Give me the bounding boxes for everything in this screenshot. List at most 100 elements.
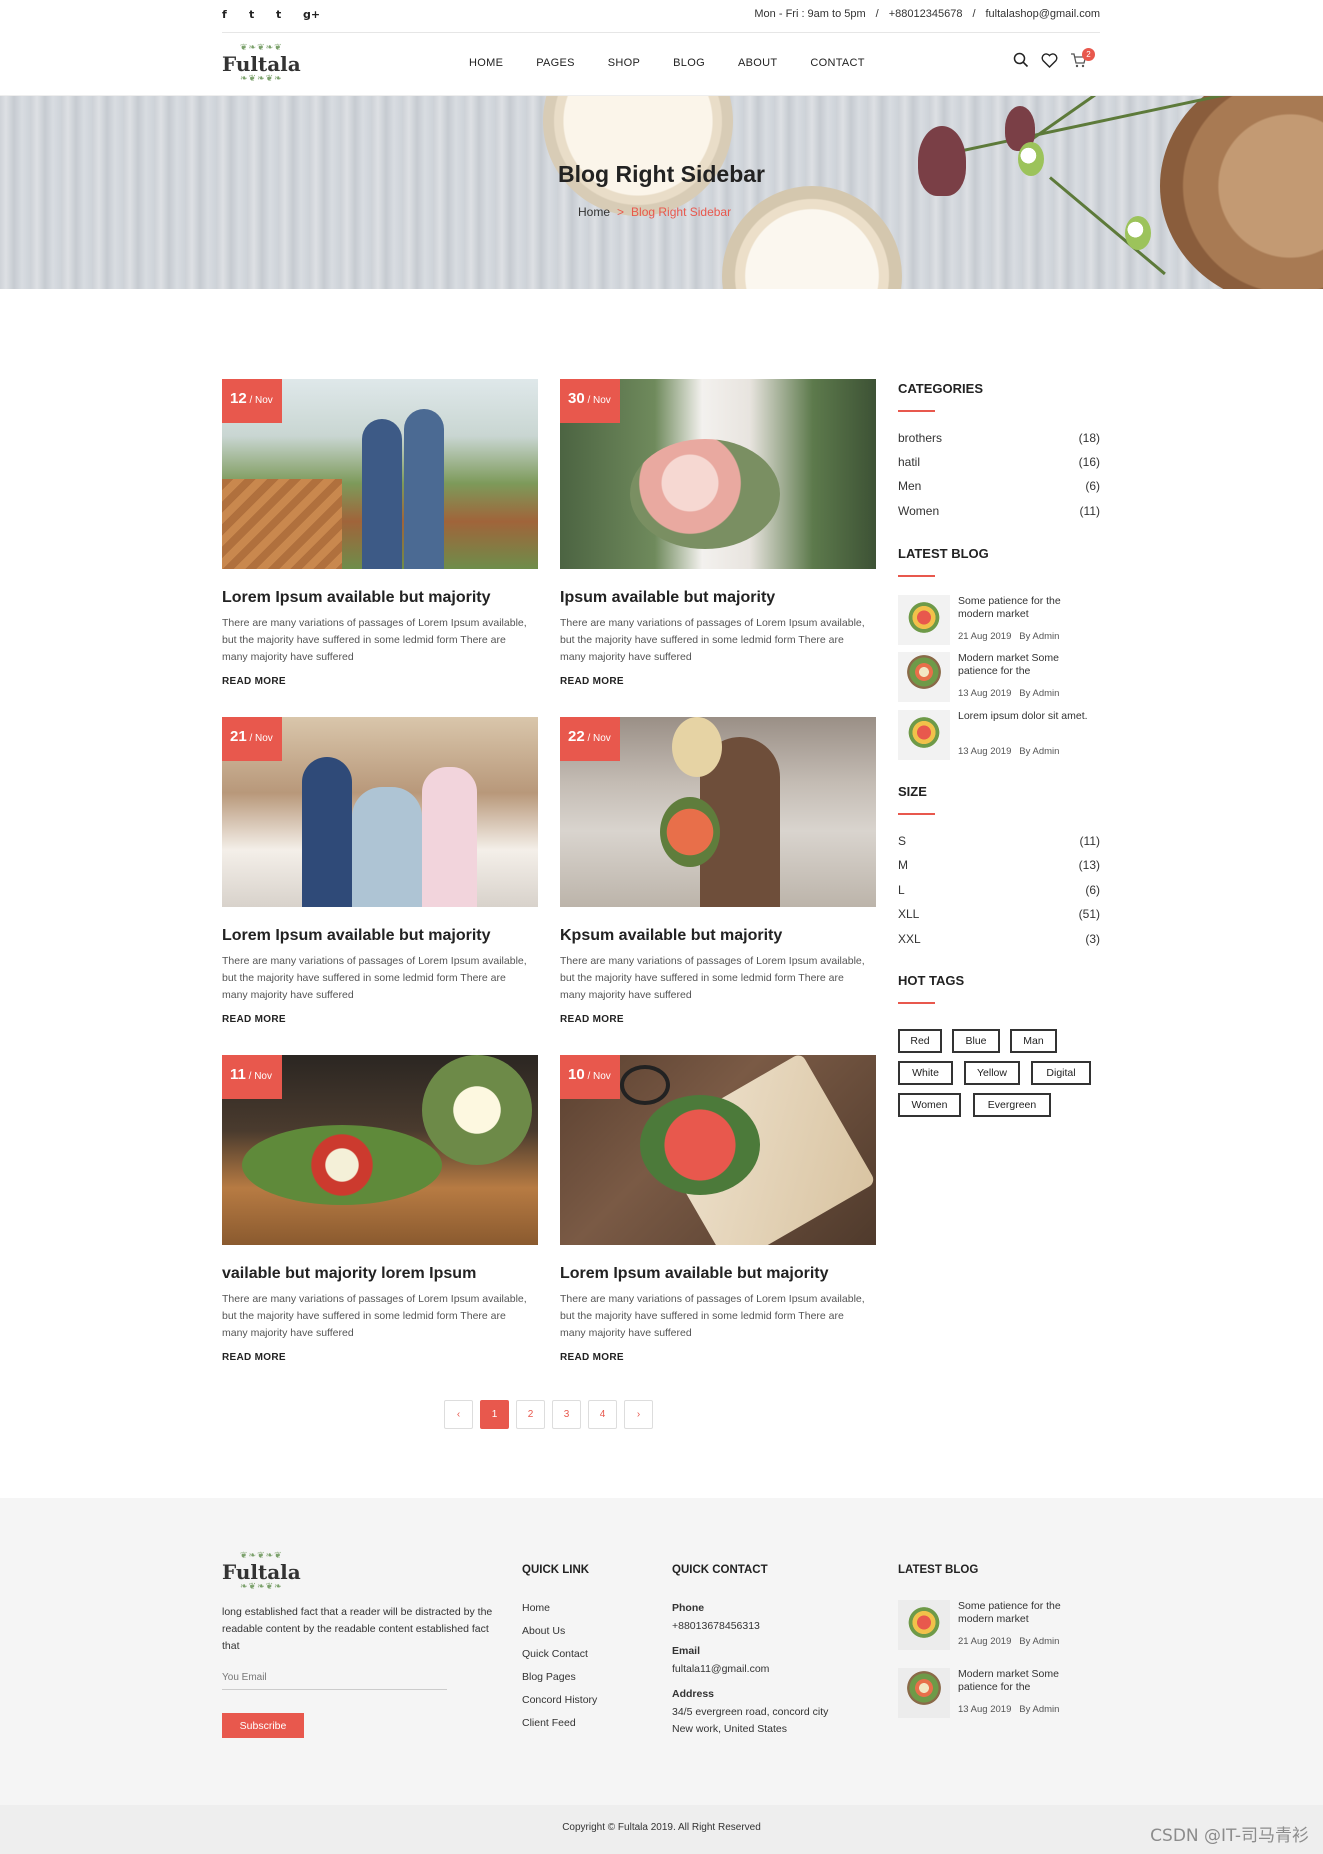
category-item[interactable]: brothers (18) (898, 431, 1100, 445)
post-excerpt: There are many variations of passages of… (560, 1293, 865, 1339)
tag-white[interactable]: White (898, 1061, 953, 1085)
read-more-link[interactable]: READ MORE (560, 1352, 876, 1363)
post-date-badge: 11 / Nov (222, 1055, 282, 1099)
breadcrumb-home[interactable]: Home (578, 205, 610, 219)
size-item[interactable]: XLL (51) (898, 907, 1100, 921)
category-item[interactable]: hatil (16) (898, 455, 1100, 469)
footer-link-blog-pages[interactable]: Blog Pages (522, 1671, 576, 1683)
size-item[interactable]: L (6) (898, 883, 1100, 897)
tag-red[interactable]: Red (898, 1029, 942, 1053)
search-icon[interactable] (1013, 52, 1029, 68)
nav-home[interactable]: HOME (469, 57, 503, 69)
category-name: brothers (898, 431, 943, 445)
person-figure (404, 409, 444, 569)
address-line: 34/5 evergreen road, concord city (672, 1706, 829, 1718)
wooden-bowl-image (1160, 96, 1323, 289)
post-image-wrapped-bouquet[interactable]: 10 / Nov (560, 1055, 876, 1245)
footer-link-quick-contact[interactable]: Quick Contact (522, 1648, 588, 1660)
footer-logo[interactable]: ❦❧❦❧❦ Fultala ❧❦❧❦❧ (222, 1552, 301, 1592)
size-count: (6) (1085, 883, 1100, 897)
tag-evergreen[interactable]: Evergreen (973, 1093, 1051, 1117)
size-item[interactable]: S (11) (898, 834, 1100, 848)
latest-blog-title: Lorem ipsum dolor sit amet. (958, 710, 1088, 722)
post-title[interactable]: Lorem Ipsum available but majority (560, 1265, 876, 1283)
flower-pot-thumbnail (898, 652, 950, 702)
post-image-greenhouse[interactable]: 12 / Nov (222, 379, 538, 569)
read-more-link[interactable]: READ MORE (222, 676, 538, 687)
nav-contact[interactable]: CONTACT (810, 57, 864, 69)
email-address[interactable]: fultalashop@gmail.com (986, 8, 1101, 20)
flower-bud (1125, 216, 1151, 250)
page-button-2[interactable]: 2 (516, 1400, 545, 1429)
category-item[interactable]: Women (11) (898, 504, 1100, 518)
quick-contact-heading: QUICK CONTACT (672, 1564, 768, 1576)
post-title[interactable]: Lorem Ipsum available but majority (222, 589, 538, 607)
footer-link-client-feed[interactable]: Client Feed (522, 1717, 576, 1729)
cart-icon[interactable]: 2 (1070, 48, 1095, 68)
bouquet (422, 1055, 532, 1165)
post-image-woman-roses[interactable]: 22 / Nov (560, 717, 876, 907)
post-month: / Nov (249, 395, 273, 406)
post-image-florist-table[interactable]: 11 / Nov (222, 1055, 538, 1245)
blog-post-card: 10 / Nov Lorem Ipsum available but major… (560, 1055, 876, 1363)
page-button-1[interactable]: 1 (480, 1400, 509, 1429)
child-figure (422, 767, 477, 907)
google-plus-icon[interactable]: g+ (303, 8, 330, 21)
post-image-family[interactable]: 21 / Nov (222, 717, 538, 907)
footer-link-home[interactable]: Home (522, 1602, 550, 1614)
size-count: (51) (1078, 907, 1100, 921)
read-more-link[interactable]: READ MORE (222, 1352, 538, 1363)
size-item[interactable]: XXL (3) (898, 932, 1100, 946)
category-item[interactable]: Men (6) (898, 479, 1100, 493)
nav-pages[interactable]: PAGES (536, 57, 575, 69)
read-more-link[interactable]: READ MORE (222, 1014, 538, 1025)
size-item[interactable]: M (13) (898, 858, 1100, 872)
logo[interactable]: ❦❧❦❧❦ Fultala ❧❦❧❦❧ (222, 44, 301, 84)
nav-blog[interactable]: BLOG (673, 57, 705, 69)
latest-blog-item[interactable]: Some patience for the modern market 21 A… (898, 595, 1100, 645)
footer-link-concord-history[interactable]: Concord History (522, 1694, 597, 1706)
tumblr-icon[interactable]: t (276, 8, 303, 21)
heading-underline (898, 410, 935, 412)
read-more-link[interactable]: READ MORE (560, 1014, 876, 1025)
page-button-3[interactable]: 3 (552, 1400, 581, 1429)
post-date: 21 Aug 2019 (958, 631, 1012, 642)
next-page-button[interactable]: › (624, 1400, 653, 1429)
latest-blog-item[interactable]: Lorem ipsum dolor sit amet. 13 Aug 2019 … (898, 710, 1100, 760)
person-figure (362, 419, 402, 569)
post-title[interactable]: vailable but majority lorem Ipsum (222, 1265, 538, 1283)
latest-blog-item[interactable]: Modern market Some patience for the 13 A… (898, 652, 1100, 702)
facebook-icon[interactable]: f (222, 8, 249, 21)
post-title[interactable]: Ipsum available but majority (560, 589, 876, 607)
prev-page-button[interactable]: ‹ (444, 1400, 473, 1429)
post-day: 12 (230, 390, 247, 407)
nav-shop[interactable]: SHOP (608, 57, 640, 69)
subscribe-button[interactable]: Subscribe (222, 1713, 304, 1738)
tag-women[interactable]: Women (898, 1093, 961, 1117)
tag-man[interactable]: Man (1010, 1029, 1057, 1053)
post-date: 13 Aug 2019 (958, 688, 1012, 699)
email-value[interactable]: fultala11@gmail.com (672, 1663, 769, 1675)
read-more-link[interactable]: READ MORE (560, 676, 876, 687)
category-name: Women (898, 504, 940, 518)
post-title[interactable]: Kpsum available but majority (560, 927, 876, 945)
post-author: By Admin (1019, 688, 1060, 699)
latest-blog-meta: 21 Aug 2019 By Admin (958, 631, 1059, 642)
blog-post-card: 21 / Nov Lorem Ipsum available but major… (222, 717, 538, 1025)
nav-about[interactable]: ABOUT (738, 57, 777, 69)
footer-latest-blog-item[interactable]: Modern market Some patience for the 13 A… (898, 1668, 1100, 1718)
watermark: CSDN @IT-司马青衫 (1150, 1826, 1309, 1846)
phone-value: +88013678456313 (672, 1620, 760, 1632)
heart-icon[interactable] (1041, 52, 1058, 68)
footer-link-about[interactable]: About Us (522, 1625, 565, 1637)
twitter-icon[interactable]: t (249, 8, 276, 21)
page-button-4[interactable]: 4 (588, 1400, 617, 1429)
tag-yellow[interactable]: Yellow (964, 1061, 1020, 1085)
footer-latest-blog-item[interactable]: Some patience for the modern market 21 A… (898, 1600, 1100, 1650)
cart-count-badge: 2 (1082, 48, 1095, 61)
tag-blue[interactable]: Blue (952, 1029, 1000, 1053)
post-title[interactable]: Lorem Ipsum available but majority (222, 927, 538, 945)
newsletter-email-input[interactable]: You Email (222, 1672, 447, 1690)
tag-digital[interactable]: Digital (1031, 1061, 1091, 1085)
post-image-bride-bouquet[interactable]: 30 / Nov (560, 379, 876, 569)
